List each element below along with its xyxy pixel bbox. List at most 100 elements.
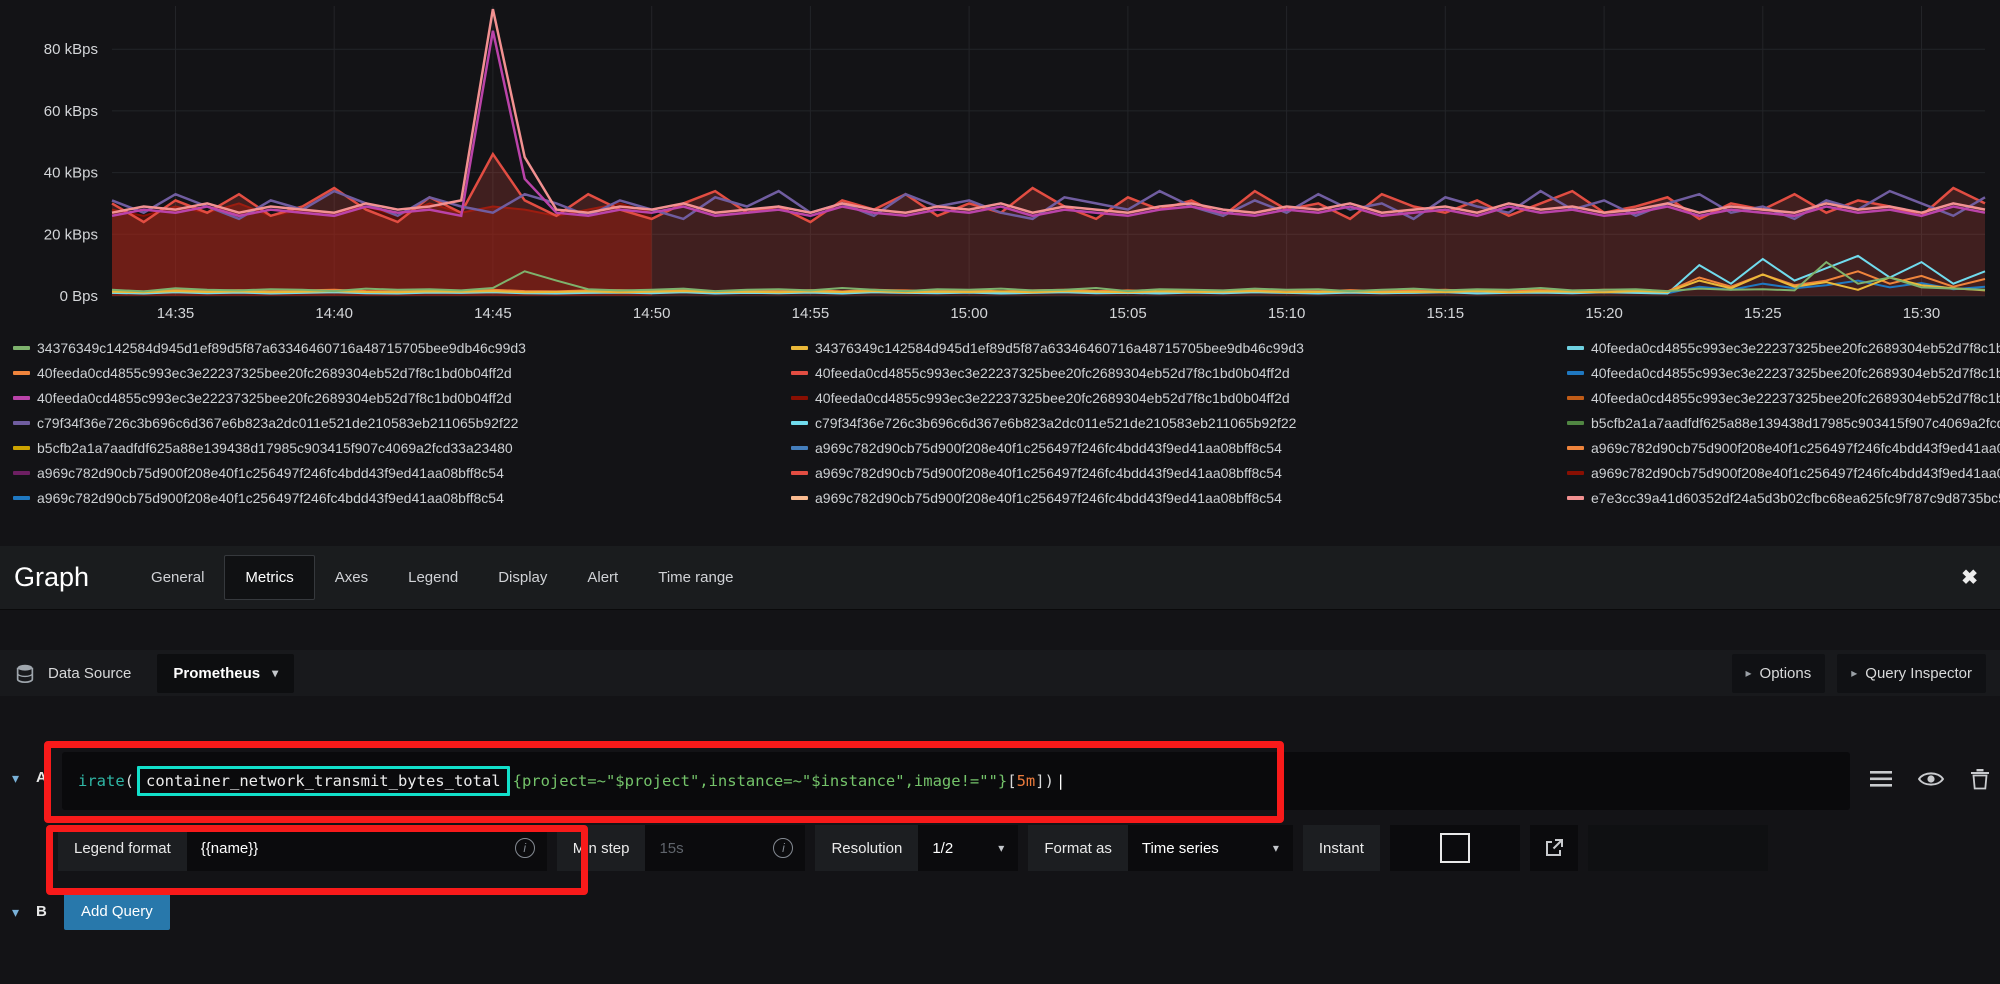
series-label: a969c782d90cb75d900f208e40f1c256497f246f… (37, 489, 504, 506)
series-label: a969c782d90cb75d900f208e40f1c256497f246f… (815, 489, 1282, 506)
resolution-group: Resolution 1/2 ▾ (815, 825, 1019, 871)
legend-item[interactable]: a969c782d90cb75d900f208e40f1c256497f246f… (1567, 463, 2000, 482)
series-color-dash (13, 395, 30, 400)
delete-query-trash-icon[interactable] (1970, 768, 1990, 790)
series-label: a969c782d90cb75d900f208e40f1c256497f246f… (1591, 439, 2000, 456)
instant-checkbox[interactable] (1439, 833, 1470, 863)
svg-text:80 kBps: 80 kBps (44, 41, 98, 58)
legend-item[interactable]: 40feeda0cd4855c993ec3e22237325bee20fc268… (1567, 363, 2000, 382)
series-color-dash (1567, 445, 1584, 450)
legend-item[interactable]: 40feeda0cd4855c993ec3e22237325bee20fc268… (1567, 388, 2000, 407)
query-menu-icon[interactable] (1870, 770, 1892, 788)
resolution-select[interactable]: 1/2 ▾ (918, 825, 1019, 871)
series-label: b5cfb2a1a7aadfdf625a88e139438d17985c9034… (1591, 414, 2000, 431)
tab-metrics[interactable]: Metrics (224, 555, 315, 600)
info-icon: i (514, 838, 535, 858)
series-label: a969c782d90cb75d900f208e40f1c256497f246f… (815, 464, 1282, 481)
legend-item[interactable]: 34376349c142584d945d1ef89d5f87a633464607… (791, 338, 1567, 357)
legend-item[interactable]: 40feeda0cd4855c993ec3e22237325bee20fc268… (791, 363, 1567, 382)
panel-editor: Graph General Metrics Axes Legend Display Ale… (0, 546, 2000, 984)
svg-text:40 kBps: 40 kBps (44, 165, 98, 182)
svg-text:15:20: 15:20 (1585, 305, 1623, 322)
legend-item[interactable]: c79f34f36e726c3b696c6d367e6b823a2dc011e5… (13, 413, 791, 432)
query-row-a: ▾ A irate(container_network_transmit_byt… (0, 750, 2000, 814)
close-icon[interactable]: ✖ (1961, 565, 1978, 590)
legend-item[interactable]: a969c782d90cb75d900f208e40f1c256497f246f… (13, 463, 791, 482)
legend-item[interactable]: a969c782d90cb75d900f208e40f1c256497f246f… (791, 488, 1567, 507)
tab-alert[interactable]: Alert (567, 556, 638, 599)
tab-legend[interactable]: Legend (388, 556, 478, 599)
query-expression-input[interactable]: irate(container_network_transmit_bytes_t… (62, 752, 1850, 810)
external-link-icon (1545, 839, 1563, 856)
chevron-right-icon: ▸ (1851, 666, 1858, 680)
info-icon: i (773, 838, 794, 858)
legend-format-label: Legend format (58, 825, 187, 871)
query-token-function: irate (78, 772, 125, 790)
legend-item[interactable]: a969c782d90cb75d900f208e40f1c256497f246f… (1567, 438, 2000, 457)
svg-text:15:25: 15:25 (1744, 305, 1782, 322)
format-as-select[interactable]: Time series ▾ (1127, 825, 1293, 871)
tab-axes[interactable]: Axes (315, 556, 388, 599)
legend-item[interactable]: 40feeda0cd4855c993ec3e22237325bee20fc268… (791, 388, 1567, 407)
min-step-field[interactable]: i (645, 825, 806, 871)
legend-item[interactable]: c79f34f36e726c3b696c6d367e6b823a2dc011e5… (791, 413, 1567, 432)
legend-item[interactable]: b5cfb2a1a7aadfdf625a88e139438d17985c9034… (1567, 413, 2000, 432)
chevron-down-icon: ▾ (998, 841, 1005, 855)
datasource-select[interactable]: Prometheus ▾ (157, 653, 295, 693)
external-link-button[interactable] (1529, 825, 1578, 871)
add-query-button[interactable]: Add Query (64, 893, 170, 930)
series-color-dash (791, 445, 808, 450)
legend-item[interactable]: 40feeda0cd4855c993ec3e22237325bee20fc268… (1567, 338, 2000, 357)
legend-item[interactable]: a969c782d90cb75d900f208e40f1c256497f246f… (791, 438, 1567, 457)
series-label: c79f34f36e726c3b696c6d367e6b823a2dc011e5… (37, 414, 519, 431)
tab-general[interactable]: General (131, 556, 224, 599)
query-row-b: ▾ B Add Query (0, 893, 2000, 933)
series-label: 40feeda0cd4855c993ec3e22237325bee20fc268… (815, 389, 1290, 406)
series-color-dash (791, 495, 808, 500)
series-label: c79f34f36e726c3b696c6d367e6b823a2dc011e5… (815, 414, 1297, 431)
legend-item[interactable]: a969c782d90cb75d900f208e40f1c256497f246f… (13, 488, 791, 507)
options-button[interactable]: ▸ Options (1731, 653, 1826, 693)
datasource-row: Data Source Prometheus ▾ ▸ Options ▸ Que… (0, 650, 2000, 696)
svg-text:14:35: 14:35 (157, 305, 195, 322)
legend-format-input[interactable] (198, 838, 515, 858)
legend-format-group: Legend format i (58, 825, 547, 871)
series-label: 34376349c142584d945d1ef89d5f87a633464607… (815, 339, 1304, 356)
timeseries-chart[interactable]: 14:35 14:40 14:45 14:50 14:55 15:00 15:05 15:10… (0, 0, 2000, 334)
min-step-input[interactable] (657, 838, 774, 858)
query-options-row: Legend format i Min step i Resolution 1/… (58, 825, 1768, 871)
query-inspector-button[interactable]: ▸ Query Inspector (1837, 653, 1986, 693)
svg-text:15:30: 15:30 (1903, 305, 1941, 322)
collapse-query-b-icon[interactable]: ▾ (12, 904, 19, 921)
legend-item[interactable]: b5cfb2a1a7aadfdf625a88e139438d17985c9034… (13, 438, 791, 457)
series-label: 40feeda0cd4855c993ec3e22237325bee20fc268… (815, 364, 1290, 381)
series-label: a969c782d90cb75d900f208e40f1c256497f246f… (37, 464, 504, 481)
resolution-label: Resolution (815, 825, 919, 871)
legend-item[interactable]: e7e3cc39a41d60352df24a5d3b02cfbc68ea625f… (1567, 488, 2000, 507)
legend-item[interactable]: a969c782d90cb75d900f208e40f1c256497f246f… (791, 463, 1567, 482)
toggle-visibility-eye-icon[interactable] (1918, 770, 1944, 788)
query-token-brace: { (512, 772, 522, 790)
series-color-dash (791, 395, 808, 400)
svg-text:15:10: 15:10 (1268, 305, 1306, 322)
query-a-ref: A (36, 769, 47, 786)
legend-item[interactable]: 40feeda0cd4855c993ec3e22237325bee20fc268… (13, 363, 791, 382)
tab-time-range[interactable]: Time range (638, 556, 753, 599)
datasource-right-buttons: ▸ Options ▸ Query Inspector (1731, 653, 1986, 693)
legend-item[interactable]: 40feeda0cd4855c993ec3e22237325bee20fc268… (13, 388, 791, 407)
tab-display[interactable]: Display (478, 556, 567, 599)
series-color-dash (13, 495, 30, 500)
datasource-label: Data Source (48, 664, 132, 682)
options-row-filler (1587, 825, 1768, 871)
collapse-query-a-icon[interactable]: ▾ (12, 770, 19, 787)
series-color-dash (13, 445, 30, 450)
series-color-dash (13, 370, 30, 375)
panel-title: Graph (14, 562, 90, 592)
legend-item[interactable]: 34376349c142584d945d1ef89d5f87a633464607… (13, 338, 791, 357)
svg-text:20 kBps: 20 kBps (44, 226, 98, 243)
series-label: 34376349c142584d945d1ef89d5f87a633464607… (37, 339, 526, 356)
query-a-actions (1870, 768, 1990, 790)
min-step-group: Min step i (556, 825, 806, 871)
svg-text:14:50: 14:50 (633, 305, 671, 322)
legend-format-field[interactable]: i (186, 825, 547, 871)
